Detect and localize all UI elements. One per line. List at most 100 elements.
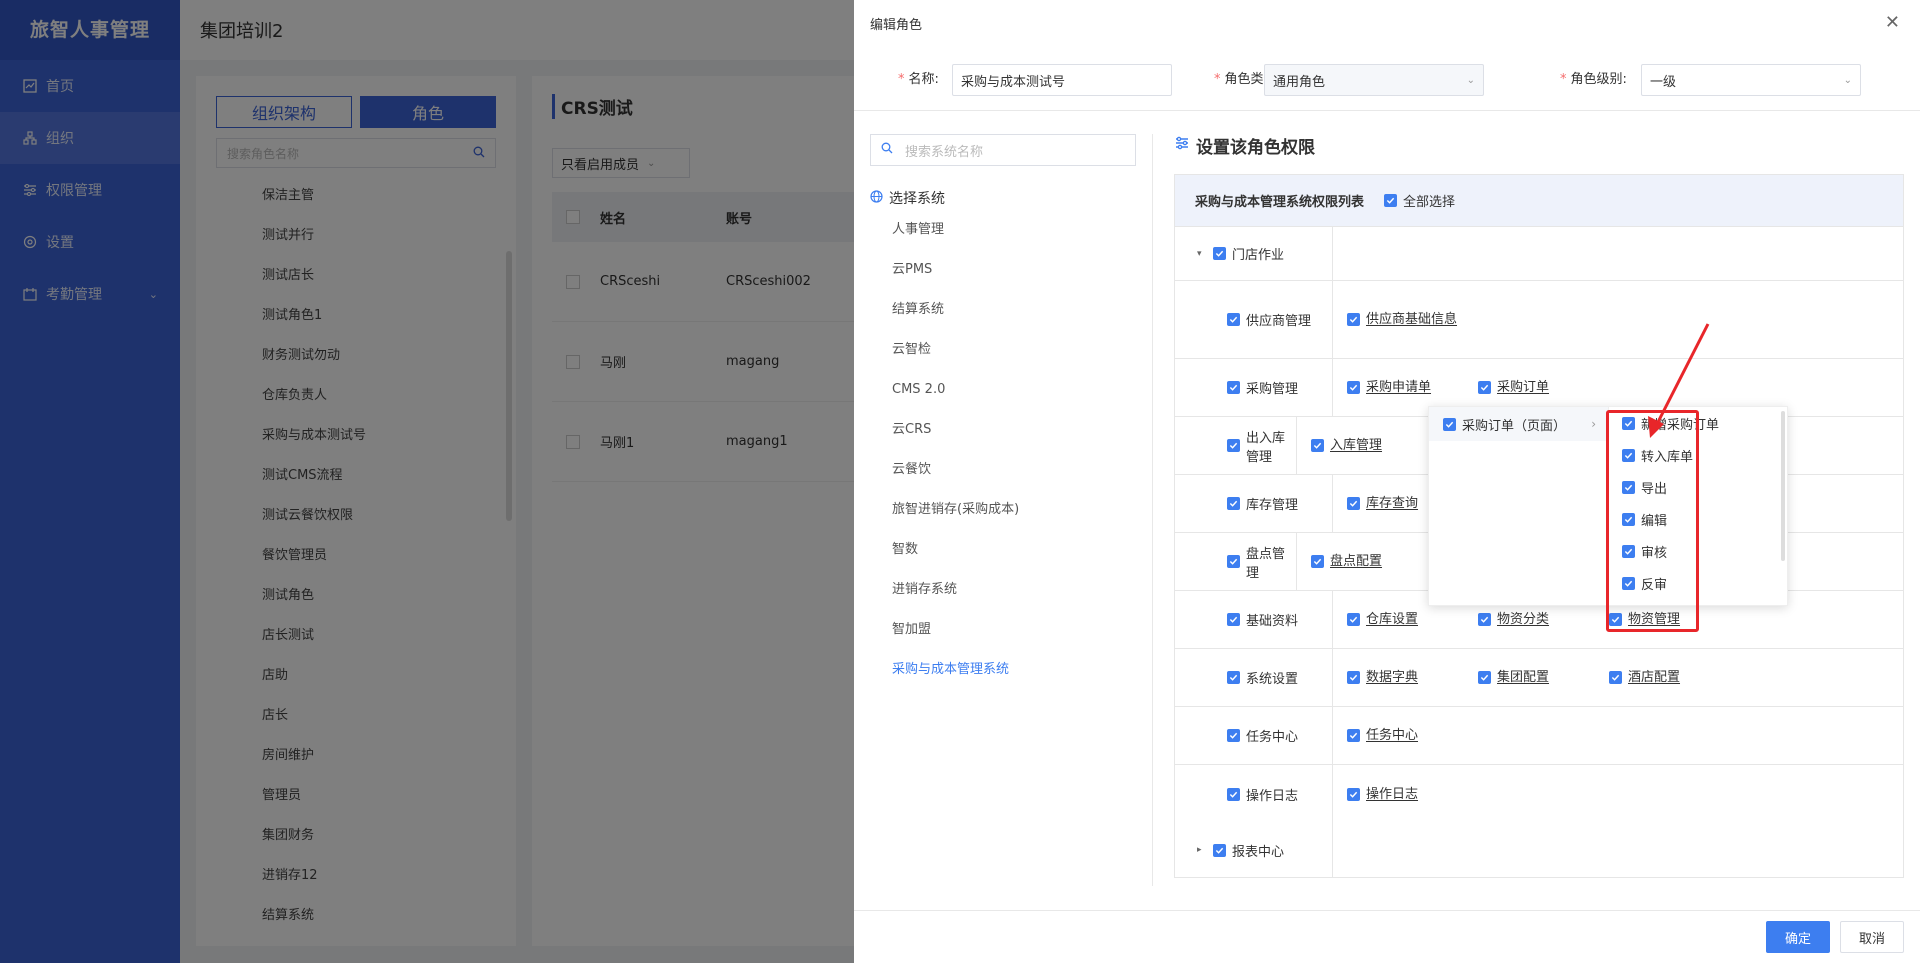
system-list-item[interactable]: 云智检 xyxy=(870,330,1136,370)
module-checkbox[interactable]: 供应商管理 xyxy=(1227,310,1311,329)
permission-item[interactable]: 数据字典 xyxy=(1347,669,1478,686)
permission-item[interactable]: 单 xyxy=(1772,553,1903,570)
cascader-column-1: 采购订单（页面） › xyxy=(1429,407,1609,607)
checkbox-checked-icon xyxy=(1227,439,1240,452)
system-list-item[interactable]: 采购与成本管理系统 xyxy=(870,650,1136,690)
checkbox-checked-icon xyxy=(1347,671,1360,684)
permission-item[interactable]: 操作日志 xyxy=(1347,786,1478,803)
permission-item[interactable]: 入库管理 xyxy=(1311,437,1442,454)
system-list-item[interactable]: CMS 2.0 xyxy=(870,370,1136,410)
module-label: 任务中心 xyxy=(1246,730,1299,745)
level-label: * 角色级别: xyxy=(1560,72,1627,87)
permission-item-label: 盘点配置 xyxy=(1330,554,1383,569)
permission-item-label: 酒店配置 xyxy=(1628,670,1681,685)
name-input[interactable]: 采购与成本测试号 xyxy=(952,64,1172,96)
cancel-button[interactable]: 取消 xyxy=(1840,921,1904,953)
module-checkbox[interactable]: 任务中心 xyxy=(1227,726,1298,745)
checkbox-checked-icon xyxy=(1227,671,1240,684)
module-checkbox[interactable]: 操作日志 xyxy=(1227,785,1298,804)
checkbox-checked-icon xyxy=(1347,729,1360,742)
checkbox-checked-icon xyxy=(1478,671,1491,684)
permission-module-cell: 采购管理 xyxy=(1175,359,1333,416)
system-list: 人事管理 云PMS 结算系统 云智检 CMS 2.0 云CRS 云餐饮 旅智进销存(采购成本)… xyxy=(870,210,1136,690)
module-label: 基础资料 xyxy=(1246,614,1299,629)
permission-item[interactable]: 盘点配置 xyxy=(1311,553,1442,570)
group-cell: ▾ 门店作业 xyxy=(1175,227,1333,280)
permission-item-label: 任务中心 xyxy=(1366,728,1419,743)
select-all-checkbox[interactable]: 全部选择 xyxy=(1384,191,1455,210)
permission-item[interactable]: 单 xyxy=(1772,437,1903,454)
group-checkbox[interactable]: 报表中心 xyxy=(1213,841,1284,860)
system-list-item[interactable]: 云CRS xyxy=(870,410,1136,450)
permission-module-cell: 基础资料 xyxy=(1175,591,1333,648)
checkbox-checked-icon xyxy=(1213,843,1226,857)
checkbox-checked-icon xyxy=(1213,247,1226,260)
permission-items-cell: 任务中心 xyxy=(1333,707,1903,764)
settings-sliders-icon xyxy=(1174,135,1190,156)
system-list-item[interactable]: 智数 xyxy=(870,530,1136,570)
module-checkbox[interactable]: 库存管理 xyxy=(1227,494,1298,513)
confirm-button[interactable]: 确定 xyxy=(1766,921,1830,953)
name-label: * 名称: xyxy=(898,72,939,87)
permission-module-cell: 盘点管理 xyxy=(1175,533,1297,590)
permission-item-label: 数据字典 xyxy=(1366,670,1419,685)
permission-row: 供应商管理 供应商基础信息 xyxy=(1175,281,1903,359)
close-icon[interactable]: ✕ xyxy=(1885,14,1900,32)
checkbox-checked-icon xyxy=(1347,787,1360,801)
group-checkbox[interactable]: 门店作业 xyxy=(1213,244,1284,263)
module-checkbox[interactable]: 系统设置 xyxy=(1227,668,1298,687)
chevron-right-icon: › xyxy=(1591,417,1596,431)
name-value: 采购与成本测试号 xyxy=(961,74,1066,90)
caret-down-icon[interactable]: ▾ xyxy=(1197,249,1205,259)
permission-item[interactable]: 供应商基础信息 xyxy=(1347,311,1467,328)
module-checkbox[interactable]: 采购管理 xyxy=(1227,378,1298,397)
module-checkbox[interactable]: 盘点管理 xyxy=(1227,543,1296,581)
permission-item[interactable]: 集团配置 xyxy=(1478,669,1609,686)
permission-item[interactable]: 仓库设置 xyxy=(1347,611,1478,628)
group-cell: ▸ 报表中心 xyxy=(1175,823,1333,877)
checkbox-checked-icon xyxy=(1384,194,1398,207)
role-level-value: 一级 xyxy=(1650,74,1677,90)
select-all-label: 全部选择 xyxy=(1403,195,1456,210)
system-search-input[interactable]: 搜索系统名称 xyxy=(870,134,1136,166)
role-type-select[interactable]: 通用角色 ⌄ xyxy=(1264,64,1484,96)
module-label: 库存管理 xyxy=(1246,498,1299,513)
system-list-item[interactable]: 旅智进销存(采购成本) xyxy=(870,490,1136,530)
system-list-item[interactable]: 云PMS xyxy=(870,250,1136,290)
module-label: 系统设置 xyxy=(1246,672,1299,687)
divider xyxy=(854,110,1920,111)
permission-item[interactable]: 酒店配置 xyxy=(1609,669,1740,686)
module-checkbox[interactable]: 出入库管理 xyxy=(1227,427,1296,465)
caret-right-icon[interactable]: ▸ xyxy=(1197,845,1205,855)
system-list-item[interactable]: 人事管理 xyxy=(870,210,1136,250)
role-form: * 名称: 采购与成本测试号 * 角色类型: 通用角色 ⌄ * 角色级别: 一级 ⌄ xyxy=(854,64,1920,98)
role-level-select[interactable]: 一级 ⌄ xyxy=(1641,64,1861,96)
permission-item[interactable]: 采购订单 xyxy=(1478,379,1609,396)
permission-item[interactable]: 任务中心 xyxy=(1347,727,1478,744)
permission-item-label: 仓库设置 xyxy=(1366,612,1419,627)
scrollbar[interactable] xyxy=(1781,411,1785,561)
system-list-item[interactable]: 云餐饮 xyxy=(870,450,1136,490)
permission-module-cell: 任务中心 xyxy=(1175,707,1333,764)
group-row-store: ▾ 门店作业 xyxy=(1175,227,1903,281)
checkbox-checked-icon xyxy=(1227,497,1240,510)
checkbox-checked-icon xyxy=(1227,555,1240,568)
checkbox-checked-icon xyxy=(1227,313,1240,326)
drawer-title: 编辑角色 xyxy=(870,17,923,33)
system-list-item[interactable]: 智加盟 xyxy=(870,610,1136,650)
permission-item[interactable]: 采购申请单 xyxy=(1347,379,1478,396)
permission-item-label: 采购订单 xyxy=(1497,380,1550,395)
permission-item[interactable]: 物资分类 xyxy=(1478,611,1609,628)
module-checkbox[interactable]: 基础资料 xyxy=(1227,610,1298,629)
system-search-placeholder: 搜索系统名称 xyxy=(905,144,984,160)
footer-divider xyxy=(854,910,1920,911)
checkbox-checked-icon[interactable] xyxy=(1443,417,1456,431)
module-label: 操作日志 xyxy=(1246,788,1299,804)
permission-row: 任务中心 任务中心 xyxy=(1175,707,1903,765)
group-label: 门店作业 xyxy=(1232,248,1285,263)
cascader-item[interactable]: 采购订单（页面） › xyxy=(1429,407,1608,441)
permission-title-text: 设置该角色权限 xyxy=(1196,137,1315,158)
system-list-item[interactable]: 结算系统 xyxy=(870,290,1136,330)
system-list-item[interactable]: 进销存系统 xyxy=(870,570,1136,610)
vertical-divider xyxy=(1152,134,1153,886)
